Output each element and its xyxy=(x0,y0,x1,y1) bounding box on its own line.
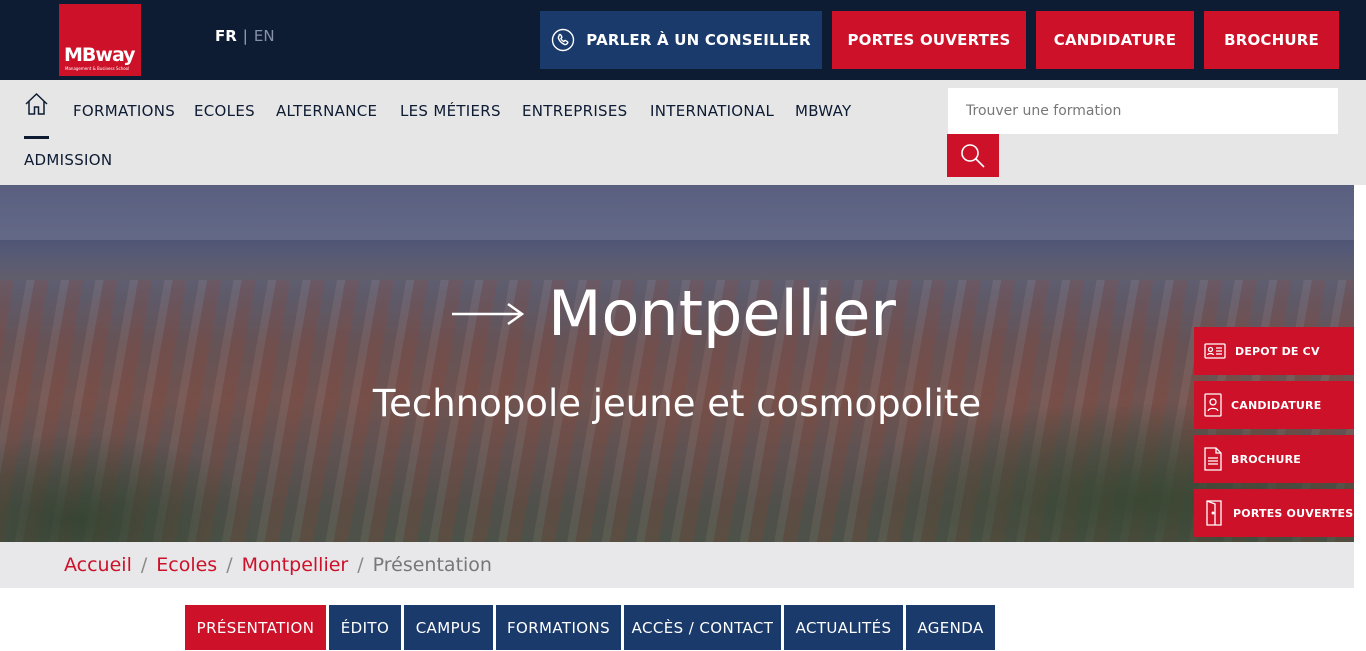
breadcrumb-home[interactable]: Accueil xyxy=(64,554,132,576)
language-switcher: FR | EN xyxy=(215,27,275,45)
nav-item-ecoles[interactable]: ECOLES xyxy=(194,102,255,120)
top-bar: MBway Management & Business School FR | EN… xyxy=(0,0,1366,80)
breadcrumb-separator: / xyxy=(226,554,233,576)
tab-agenda[interactable]: AGENDA xyxy=(906,605,995,650)
logo-text: MBway xyxy=(64,44,136,66)
nav-item-admission[interactable]: ADMISSION xyxy=(24,151,112,169)
phone-icon xyxy=(552,28,575,52)
home-link[interactable] xyxy=(24,92,50,142)
brochure-label: BROCHURE xyxy=(1224,31,1319,49)
side-application-label: CANDIDATURE xyxy=(1231,398,1322,412)
lang-en[interactable]: EN xyxy=(254,27,275,45)
home-active-underline xyxy=(24,136,49,139)
mbway-logo[interactable]: MBway Management & Business School xyxy=(59,4,141,76)
hero-subtitle: Technopole jeune et cosmopolite xyxy=(372,382,982,425)
nav-item-formations[interactable]: FORMATIONS xyxy=(73,102,175,120)
hero-overlay xyxy=(0,185,1354,542)
document-icon xyxy=(1204,447,1222,471)
door-icon xyxy=(1206,500,1222,526)
application-label: CANDIDATURE xyxy=(1053,31,1177,49)
breadcrumb-separator: / xyxy=(140,554,148,576)
hero-banner: Montpellier Technopole jeune et cosmopol… xyxy=(0,185,1354,542)
tab-campus[interactable]: CAMPUS xyxy=(404,605,493,650)
nav-item-entreprises[interactable]: ENTREPRISES xyxy=(522,102,627,120)
breadcrumb-ecoles[interactable]: Ecoles xyxy=(156,554,217,576)
arrow-right-icon xyxy=(452,302,524,325)
main-nav: FORMATIONS ECOLES ALTERNANCE LES MÉTIERS… xyxy=(0,80,1366,185)
lang-separator: | xyxy=(242,27,248,45)
search-icon xyxy=(961,143,985,168)
nav-item-mbway[interactable]: MBWAY xyxy=(795,102,851,120)
logo-tagline: Management & Business School xyxy=(65,66,130,71)
tab-formations[interactable]: FORMATIONS xyxy=(496,605,621,650)
side-brochure-button[interactable]: BROCHURE xyxy=(1194,435,1354,483)
home-icon xyxy=(25,92,48,115)
id-card-icon xyxy=(1204,343,1226,359)
side-application-button[interactable]: CANDIDATURE xyxy=(1194,381,1354,429)
nav-item-international[interactable]: INTERNATIONAL xyxy=(650,102,774,120)
hero-title-text: Montpellier xyxy=(548,277,896,350)
hero-title: Montpellier xyxy=(452,277,896,350)
tab-acces-contact[interactable]: ACCÈS / CONTACT xyxy=(624,605,781,650)
nav-item-metiers[interactable]: LES MÉTIERS xyxy=(400,102,501,120)
nav-item-alternance[interactable]: ALTERNANCE xyxy=(276,102,377,120)
open-days-label: PORTES OUVERTES xyxy=(847,31,1011,49)
breadcrumb: Accueil / Ecoles / Montpellier / Présent… xyxy=(0,542,1354,588)
side-cv-button[interactable]: DEPOT DE CV xyxy=(1194,327,1354,375)
tab-presentation[interactable]: PRÉSENTATION xyxy=(185,605,326,650)
brochure-button[interactable]: BROCHURE xyxy=(1204,11,1339,69)
side-open-days-label: PORTES OUVERTES xyxy=(1233,506,1354,520)
tab-actualites[interactable]: ACTUALITÉS xyxy=(784,605,903,650)
open-days-button[interactable]: PORTES OUVERTES xyxy=(832,11,1026,69)
breadcrumb-separator: / xyxy=(357,554,364,576)
breadcrumb-montpellier[interactable]: Montpellier xyxy=(242,554,349,576)
lang-fr[interactable]: FR xyxy=(215,27,237,45)
side-cv-label: DEPOT DE CV xyxy=(1235,344,1320,358)
search-button[interactable] xyxy=(947,134,999,177)
tab-edito[interactable]: ÉDITO xyxy=(329,605,401,650)
side-open-days-button[interactable]: PORTES OUVERTES xyxy=(1194,489,1354,537)
user-document-icon xyxy=(1204,393,1222,417)
call-advisor-label: PARLER À UN CONSEILLER xyxy=(586,31,811,49)
search-input[interactable] xyxy=(948,88,1338,134)
application-button[interactable]: CANDIDATURE xyxy=(1036,11,1194,69)
breadcrumb-current: Présentation xyxy=(372,554,492,576)
side-brochure-label: BROCHURE xyxy=(1231,452,1302,466)
call-advisor-button[interactable]: PARLER À UN CONSEILLER xyxy=(540,11,822,69)
